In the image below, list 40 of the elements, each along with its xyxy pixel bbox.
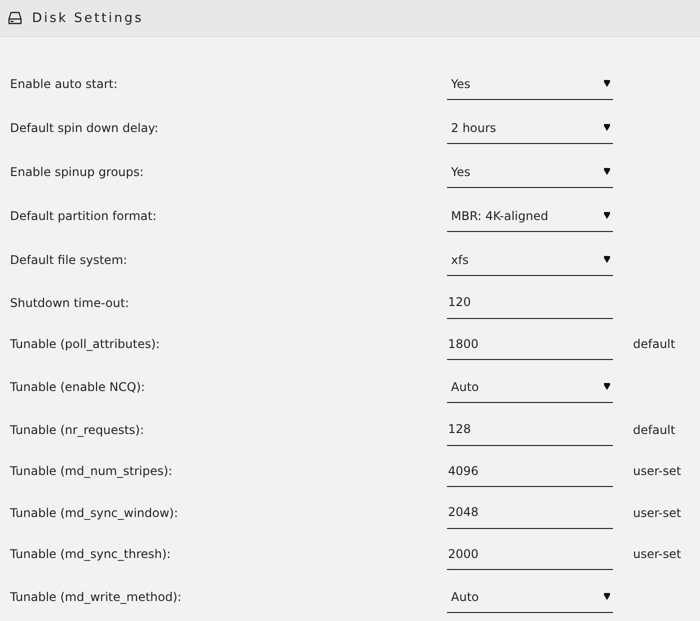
input-field[interactable]: 120 [447,286,613,319]
input-field[interactable]: 128 [447,414,613,446]
caret-icon [604,80,610,87]
setting-label: Tunable (poll_attributes): [10,337,161,352]
dropdown[interactable]: MBR: 4K-aligned [447,200,613,232]
setting-note: user-set [633,464,682,478]
input-field[interactable]: 2000 [447,538,613,570]
caret-icon [604,256,610,263]
setting-label: Shutdown time-out: [10,296,130,310]
setting-label: Tunable (md_sync_window): [10,506,180,520]
caret-icon [604,383,610,390]
caret-icon [604,212,610,219]
setting-label: Default file system: [10,253,128,267]
setting-label: Enable spinup groups: [10,165,145,179]
setting-note: user-set [633,506,682,520]
setting-label: Tunable (md_num_stripes): [10,464,174,478]
setting-label: Default spin down delay: [10,121,160,135]
dropdown[interactable]: xfs [447,244,613,276]
dropdown[interactable]: Yes [447,68,613,100]
dropdown[interactable]: 2 hours [447,112,613,144]
setting-note: default [633,337,676,352]
setting-label: Tunable (md_sync_thresh): [10,547,172,562]
setting-label: Tunable (md_write_method): [10,590,182,604]
caret-icon [604,124,610,131]
dropdown[interactable]: Yes [447,156,613,188]
input-field[interactable]: 1800 [447,328,613,360]
hard-drive-icon [8,11,22,25]
setting-label: Tunable (enable NCQ): [10,380,146,394]
page-title: Disk Settings [32,10,144,26]
caret-icon [604,593,610,600]
setting-note: user-set [633,547,682,562]
input-field[interactable]: 4096 [447,455,613,488]
dropdown[interactable]: Auto [447,581,613,613]
setting-label: Tunable (nr_requests): [10,422,146,437]
caret-icon [604,168,610,175]
dropdown[interactable]: Auto [447,371,613,403]
setting-label: Enable auto start: [10,77,119,91]
setting-note: default [633,422,676,437]
setting-label: Default partition format: [10,209,158,223]
input-field[interactable]: 2048 [447,496,613,529]
